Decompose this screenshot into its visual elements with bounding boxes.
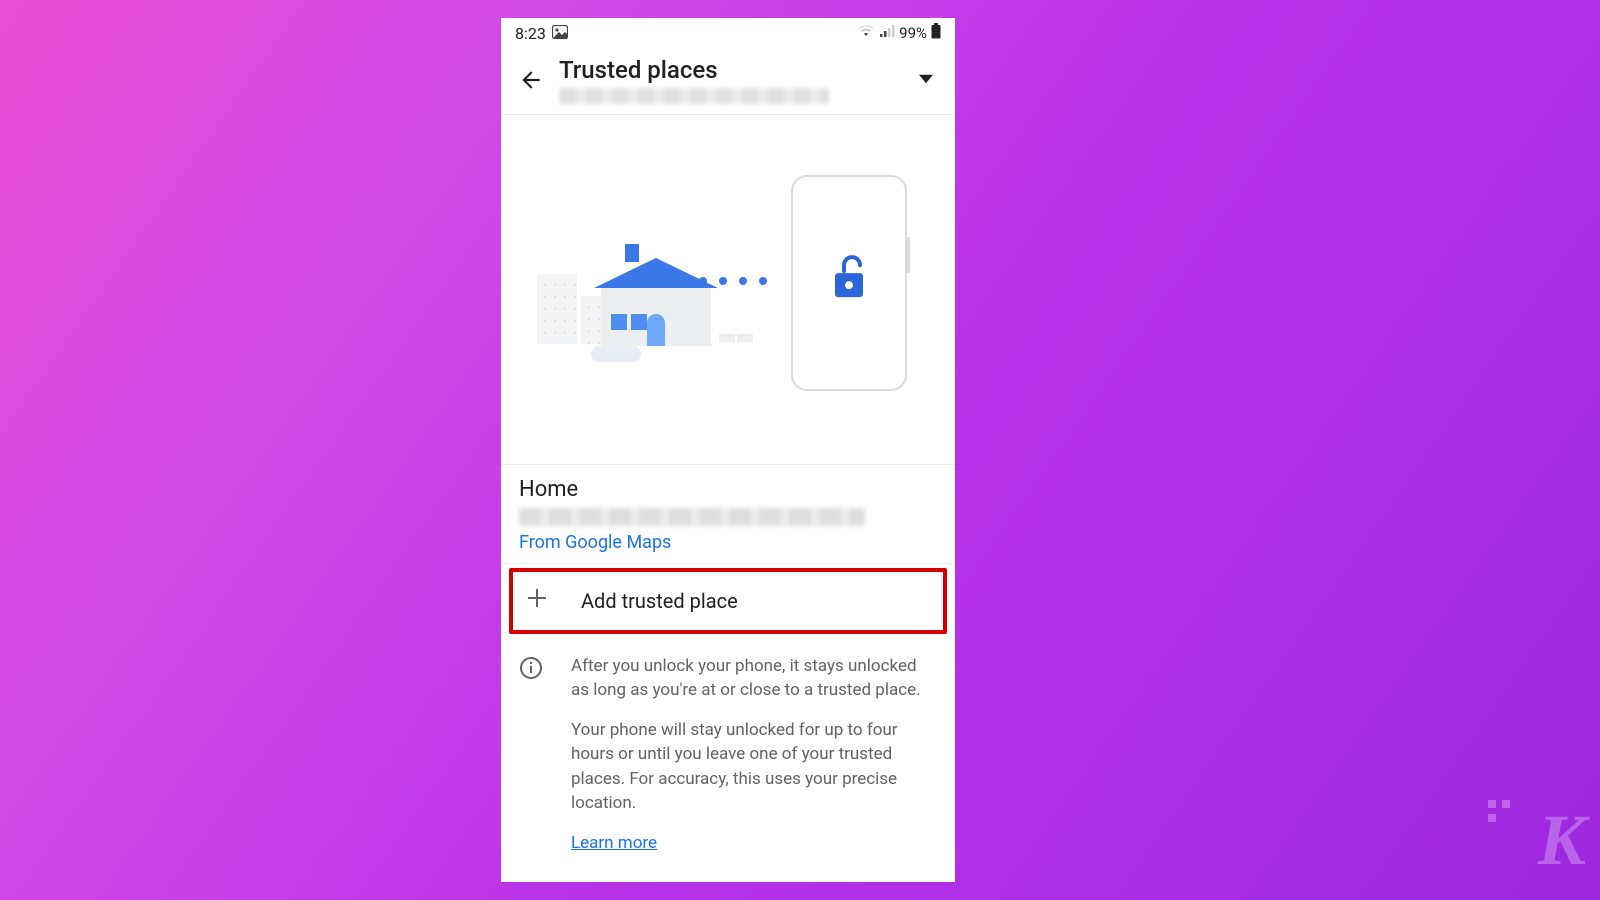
- add-trusted-place-button[interactable]: Add trusted place: [509, 568, 947, 634]
- illustration: [501, 115, 955, 465]
- account-dropdown[interactable]: [907, 71, 945, 90]
- plus-icon: [525, 586, 549, 616]
- watermark-dots: [1488, 800, 1510, 822]
- place-address-redacted: [519, 508, 865, 526]
- info-block: After you unlock your phone, it stays un…: [501, 638, 955, 855]
- status-battery: 99%: [899, 24, 927, 42]
- add-trusted-place-label: Add trusted place: [581, 589, 738, 613]
- unlock-icon: [832, 255, 866, 303]
- chevron-down-icon: [919, 72, 933, 86]
- picture-icon: [552, 24, 568, 43]
- app-bar: Trusted places: [501, 48, 955, 115]
- info-paragraph-1: After you unlock your phone, it stays un…: [571, 654, 937, 702]
- wifi-icon: [857, 24, 875, 42]
- signal-icon: [879, 24, 895, 42]
- learn-more-link[interactable]: Learn more: [571, 833, 657, 853]
- connection-dots-icon: [699, 277, 767, 285]
- back-button[interactable]: [511, 67, 551, 93]
- page-title: Trusted places: [559, 56, 907, 84]
- place-name: Home: [519, 477, 937, 502]
- arrow-left-icon: [518, 67, 544, 93]
- battery-icon: [931, 23, 941, 43]
- watermark-logo: K: [1538, 799, 1582, 882]
- account-email-redacted: [559, 88, 829, 104]
- phone-illustration: [791, 175, 907, 391]
- phone-frame: 8:23 99% Trusted places: [501, 18, 955, 882]
- place-source: From Google Maps: [519, 532, 937, 553]
- trusted-place-item[interactable]: Home From Google Maps: [501, 465, 955, 564]
- status-bar: 8:23 99%: [501, 18, 955, 48]
- status-time: 8:23: [515, 24, 546, 43]
- info-icon: [519, 656, 543, 855]
- info-paragraph-2: Your phone will stay unlocked for up to …: [571, 718, 937, 815]
